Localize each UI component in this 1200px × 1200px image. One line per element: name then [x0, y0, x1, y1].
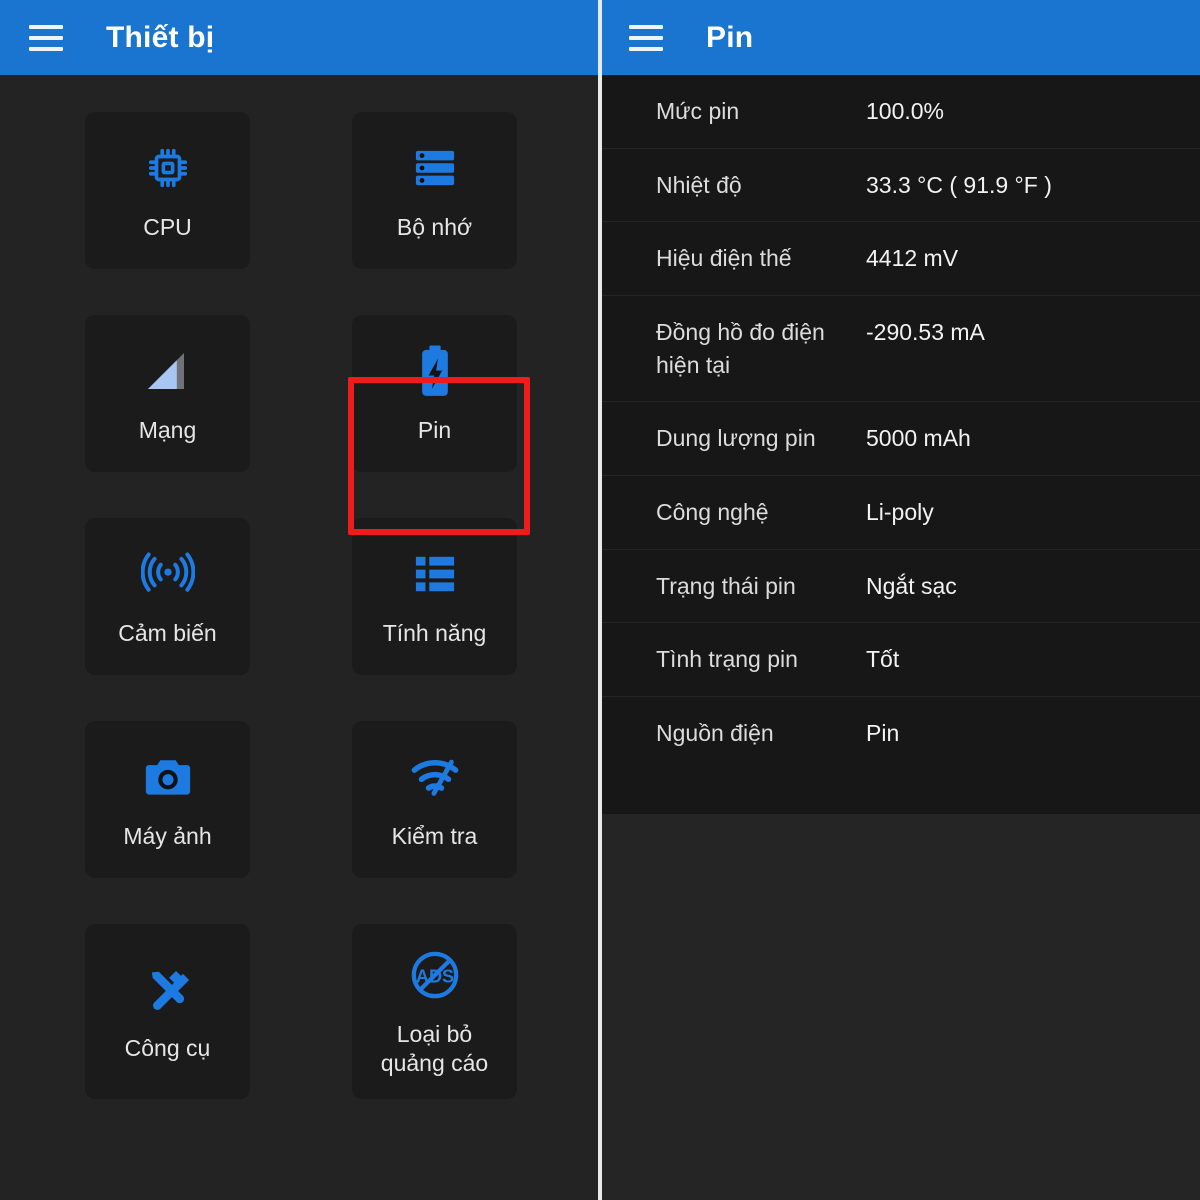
page-title: Thiết bị	[106, 20, 215, 54]
info-value: 5000 mAh	[866, 425, 971, 452]
left-app-bar: Thiết bị	[0, 0, 598, 75]
right-battery-screen: Pin Mức pin 100.0% Nhiệt độ 33.3 °C ( 91…	[598, 0, 1200, 1200]
info-key: Trạng thái pin	[656, 572, 796, 599]
tile-label: Loại bỏ quảng cáo	[380, 1021, 489, 1076]
device-feature-grid: CPU Bộ nhớ Mạng Pin Cảm biến Tính năng M…	[0, 75, 598, 1099]
tile-label: Máy ảnh	[123, 823, 212, 850]
memory-storage-icon	[412, 139, 458, 197]
info-row: Trạng thái pin Ngắt sạc	[598, 550, 1200, 624]
tile-label: Tính năng	[382, 620, 487, 647]
tile-network[interactable]: Mạng	[85, 315, 250, 472]
signal-bars-icon	[144, 342, 192, 400]
tile-tools[interactable]: Công cụ	[85, 924, 250, 1099]
dual-screenshot-composite: Thiết bị CPU Bộ nhớ Mạng Pin Cảm biến Tí…	[0, 0, 1200, 1200]
info-key: Mức pin	[656, 98, 740, 124]
left-device-screen: Thiết bị CPU Bộ nhớ Mạng Pin Cảm biến Tí…	[0, 0, 598, 1200]
device-grid-scroll-area[interactable]: CPU Bộ nhớ Mạng Pin Cảm biến Tính năng M…	[0, 75, 598, 1200]
tile-features[interactable]: Tính năng	[352, 518, 517, 675]
page-title: Pin	[706, 20, 754, 54]
sensor-waves-icon	[140, 545, 195, 603]
tile-cpu[interactable]: CPU	[85, 112, 250, 269]
info-row: Nhiệt độ 33.3 °C ( 91.9 °F )	[598, 149, 1200, 223]
empty-content-area	[598, 813, 1200, 1200]
info-row: Tình trạng pin Tốt	[598, 623, 1200, 697]
info-value: -290.53 mA	[866, 318, 985, 345]
tile-label: Bộ nhớ	[396, 214, 473, 241]
tile-label: Công cụ	[124, 1035, 211, 1062]
info-value: 33.3 °C ( 91.9 °F )	[866, 171, 1052, 198]
info-row: Nguồn điện Pin	[598, 697, 1200, 770]
camera-icon	[143, 748, 193, 806]
info-row: Dung lượng pin 5000 mAh	[598, 402, 1200, 476]
info-key: Công nghệ	[656, 498, 769, 525]
tile-label: Cảm biến	[118, 620, 217, 647]
info-value: 100.0%	[866, 98, 945, 124]
info-row: Đồng hồ đo điện hiện tại -290.53 mA	[598, 296, 1200, 403]
info-key: Tình trạng pin	[656, 646, 798, 673]
info-row: Hiệu điện thế 4412 mV	[598, 222, 1200, 296]
tile-speed-test[interactable]: Kiểm tra	[352, 721, 517, 878]
info-key: Đồng hồ đo điện hiện tại	[656, 318, 825, 378]
feature-list-icon	[412, 545, 458, 603]
network-speed-test-icon	[409, 748, 461, 806]
tile-remove-ads[interactable]: ADS Loại bỏ quảng cáo	[352, 924, 517, 1099]
tools-hammer-screwdriver-icon	[144, 960, 192, 1018]
info-key: Hiệu điện thế	[656, 245, 792, 272]
cpu-chip-icon	[145, 139, 191, 197]
info-key: Dung lượng pin	[656, 425, 816, 452]
tile-memory[interactable]: Bộ nhớ	[352, 112, 517, 269]
info-value: Li-poly	[866, 498, 934, 525]
info-value: 4412 mV	[866, 245, 959, 272]
info-value: Ngắt sạc	[866, 572, 957, 599]
info-row: Công nghệ Li-poly	[598, 476, 1200, 550]
tile-battery[interactable]: Pin	[352, 315, 517, 472]
no-ads-icon: ADS	[410, 946, 460, 1004]
tile-label: Kiểm tra	[391, 823, 478, 850]
screenshot-separator	[598, 0, 602, 1200]
hamburger-menu-icon[interactable]	[629, 24, 663, 51]
right-app-bar: Pin	[598, 0, 1200, 75]
info-value: Tốt	[866, 646, 900, 673]
battery-info-list: Mức pin 100.0% Nhiệt độ 33.3 °C ( 91.9 °…	[598, 75, 1200, 814]
info-value: Pin	[866, 719, 900, 746]
hamburger-menu-icon[interactable]	[29, 24, 63, 51]
info-key: Nguồn điện	[656, 719, 774, 746]
battery-charging-icon	[418, 342, 452, 400]
tile-sensors[interactable]: Cảm biến	[85, 518, 250, 675]
tile-label: Mạng	[138, 417, 197, 444]
tile-label: Pin	[417, 417, 452, 444]
info-key: Nhiệt độ	[656, 171, 742, 198]
tile-label: CPU	[143, 214, 192, 241]
tile-camera[interactable]: Máy ảnh	[85, 721, 250, 878]
info-row: Mức pin 100.0%	[598, 75, 1200, 149]
